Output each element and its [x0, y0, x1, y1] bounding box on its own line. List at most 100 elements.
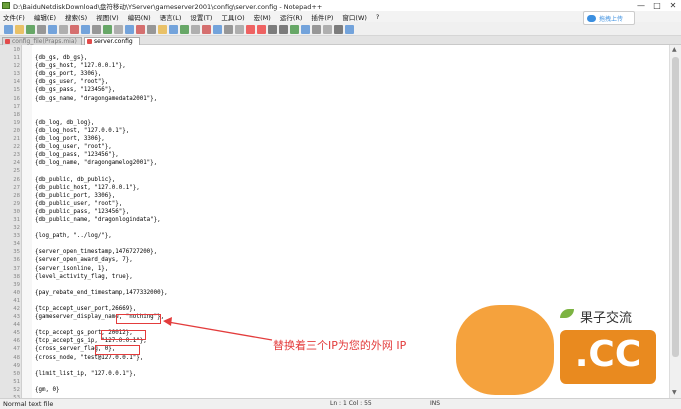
- scroll-down-icon[interactable]: ▼: [672, 389, 677, 396]
- scroll-thumb[interactable]: [672, 57, 679, 357]
- menu-item[interactable]: 视图(V): [96, 12, 119, 22]
- toolbar-button-icon[interactable]: [37, 25, 46, 34]
- line-number: 44: [13, 322, 20, 329]
- line-number: 47: [13, 346, 20, 353]
- line-number: 38: [13, 273, 20, 280]
- maximize-button[interactable]: □: [649, 0, 665, 11]
- code-line: 27 {db_public_host, "127.0.0.1"},: [0, 184, 669, 192]
- toolbar-button-icon[interactable]: [15, 25, 24, 34]
- toolbar-button-icon[interactable]: [235, 25, 244, 34]
- toolbar-button-icon[interactable]: [334, 25, 343, 34]
- toolbar-button-icon[interactable]: [323, 25, 332, 34]
- toolbar-button-icon[interactable]: [158, 25, 167, 34]
- toolbar-button-icon[interactable]: [81, 25, 90, 34]
- toolbar-button-icon[interactable]: [202, 25, 211, 34]
- toolbar-button-icon[interactable]: [180, 25, 189, 34]
- toolbar-button-icon[interactable]: [301, 25, 310, 34]
- toolbar-button-icon[interactable]: [169, 25, 178, 34]
- toolbar-button-icon[interactable]: [114, 25, 123, 34]
- line-number: 49: [13, 362, 20, 369]
- code-text: {server_open_award_days, 7},: [35, 257, 133, 264]
- menu-item[interactable]: 编码(N): [128, 12, 151, 22]
- menu-item[interactable]: 窗口(W): [342, 12, 367, 22]
- code-line: 19 {db_log, db_log},: [0, 119, 669, 127]
- toolbar-button-icon[interactable]: [345, 25, 354, 34]
- toolbar-button-icon[interactable]: [4, 25, 13, 34]
- toolbar-button-icon[interactable]: [136, 25, 145, 34]
- line-number: 45: [13, 330, 20, 337]
- code-text: {db_gs_user, "root"},: [35, 79, 109, 86]
- toolbar-button-icon[interactable]: [48, 25, 57, 34]
- code-line: 26 {db_public, db_public},: [0, 176, 669, 184]
- toolbar-button-icon[interactable]: [257, 25, 266, 34]
- line-number: 35: [13, 249, 20, 256]
- code-text: {db_log_pass, "123456"},: [35, 152, 119, 159]
- code-line: 41: [0, 297, 669, 305]
- toolbar-button-icon[interactable]: [26, 25, 35, 34]
- menu-item[interactable]: 插件(P): [311, 12, 333, 22]
- toolbar-button-icon[interactable]: [279, 25, 288, 34]
- close-button[interactable]: ✕: [665, 0, 681, 11]
- code-line: 13 {db_gs_port, 3306},: [0, 70, 669, 78]
- line-number: 33: [13, 233, 20, 240]
- code-text: {db_gs_host, "127.0.0.1"},: [35, 63, 126, 70]
- toolbar-button-icon[interactable]: [312, 25, 321, 34]
- toolbar-button-icon[interactable]: [103, 25, 112, 34]
- code-text: {log_path, "../log/"},: [35, 233, 112, 240]
- menu-item[interactable]: 文件(F): [3, 12, 25, 22]
- toolbar-button-icon[interactable]: [59, 25, 68, 34]
- toolbar-button-icon[interactable]: [147, 25, 156, 34]
- code-text: {limit_list_ip, "127.0.0.1"},: [35, 370, 137, 377]
- toolbar-button-icon[interactable]: [246, 25, 255, 34]
- toolbar-button-icon[interactable]: [92, 25, 101, 34]
- code-text: {level_activity_flag, true},: [35, 273, 133, 280]
- menu-item[interactable]: 语言(L): [160, 12, 182, 22]
- minimize-button[interactable]: —: [633, 0, 649, 11]
- code-line: 15 {db_gs_pass, "123456"},: [0, 86, 669, 94]
- scroll-up-icon[interactable]: ▲: [672, 46, 677, 53]
- tab-config-file[interactable]: config_file(Praps.mia): [2, 37, 82, 45]
- line-number: 19: [13, 119, 20, 126]
- tab-server-config[interactable]: server.config: [84, 37, 140, 45]
- toolbar-button-icon[interactable]: [213, 25, 222, 34]
- menu-item[interactable]: 运行(R): [280, 12, 303, 22]
- toolbar-button-icon[interactable]: [268, 25, 277, 34]
- vertical-scrollbar[interactable]: ▲ ▼: [669, 45, 681, 398]
- code-line: 32: [0, 224, 669, 232]
- menu-item[interactable]: 工具(O): [221, 12, 244, 22]
- file-icon: [5, 39, 10, 44]
- line-number: 50: [13, 370, 20, 377]
- code-line: 20 {db_log_host, "127.0.0.1"},: [0, 127, 669, 135]
- menu-item[interactable]: 编辑(E): [34, 12, 56, 22]
- code-line: 12 {db_gs_host, "127.0.0.1"},: [0, 62, 669, 70]
- line-number: 14: [13, 79, 20, 86]
- code-text: {server_isonline, 1},: [35, 265, 109, 272]
- annotation-text: 替换着三个IP为您的外网 IP: [273, 339, 407, 352]
- code-line: 25: [0, 167, 669, 175]
- toolbar-button-icon[interactable]: [191, 25, 200, 34]
- apple-logo-icon: [456, 305, 554, 395]
- menu-item[interactable]: 设置(T): [190, 12, 212, 22]
- title-bar: D:\BaiduNetdiskDownload\盘符移动\YServer\gam…: [0, 0, 681, 11]
- toolbar-button-icon[interactable]: [70, 25, 79, 34]
- code-text: {db_log, db_log},: [35, 119, 95, 126]
- toolbar-button-icon[interactable]: [224, 25, 233, 34]
- toolbar-button-icon[interactable]: [290, 25, 299, 34]
- code-text: {db_public_pass, "123456"},: [35, 208, 130, 215]
- line-number: 51: [13, 378, 20, 385]
- highlight-box-cross-node: [101, 330, 146, 340]
- menu-item[interactable]: 搜索(S): [65, 12, 87, 22]
- code-line: 28 {db_public_port, 3306},: [0, 192, 669, 200]
- menu-item[interactable]: 宏(M): [254, 12, 271, 22]
- code-line: 34: [0, 240, 669, 248]
- line-number: 28: [13, 192, 20, 199]
- code-line: 31 {db_public_name, "dragonlogindata"},: [0, 216, 669, 224]
- toolbar-button-icon[interactable]: [125, 25, 134, 34]
- menu-item[interactable]: ?: [376, 13, 379, 21]
- watermark-domain: .CC: [574, 334, 642, 375]
- upload-button[interactable]: 拖拽上传: [583, 11, 635, 25]
- code-line: 35 {server_open_timestamp,1476727200},: [0, 248, 669, 256]
- code-line: 37 {server_isonline, 1},: [0, 265, 669, 273]
- leaf-icon: [560, 309, 574, 318]
- code-line: 22 {db_log_user, "root"},: [0, 143, 669, 151]
